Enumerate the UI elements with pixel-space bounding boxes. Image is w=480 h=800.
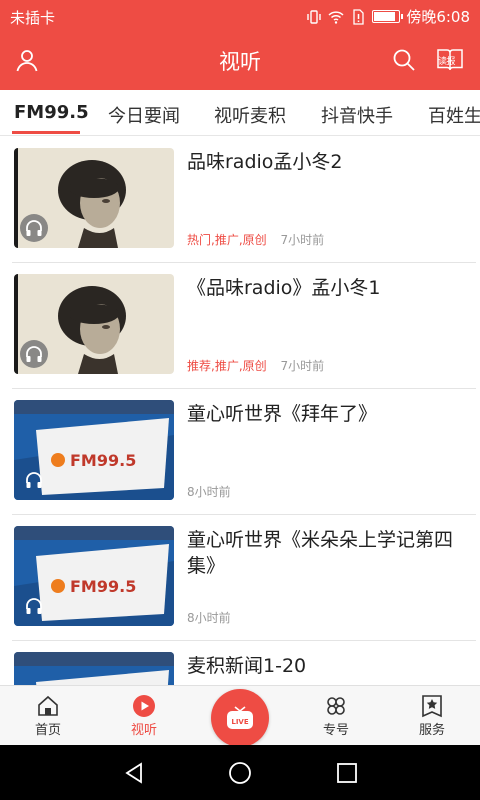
play-circle-icon bbox=[133, 695, 155, 717]
tab-maiji[interactable]: 视听麦积 bbox=[214, 102, 286, 128]
system-nav-bar bbox=[0, 745, 480, 800]
item-time: 8小时前 bbox=[187, 611, 231, 625]
headphones-badge bbox=[20, 214, 48, 242]
item-time: 8小时前 bbox=[187, 485, 231, 499]
active-tab-indicator bbox=[12, 131, 80, 134]
reading-button[interactable]: 读报 bbox=[435, 45, 465, 75]
item-title: 童心听世界《米朵朵上学记第四集》 bbox=[187, 529, 454, 577]
item-tags: 热门,推广,原创 bbox=[187, 233, 267, 247]
item-thumbnail: FM99.5 bbox=[14, 400, 174, 500]
status-bar: 未插卡 傍晚6:08 bbox=[0, 0, 480, 32]
status-icons: 傍晚6:08 bbox=[306, 6, 470, 27]
tab-douyin[interactable]: 抖音快手 bbox=[321, 102, 393, 128]
item-meta: 8小时前 bbox=[187, 609, 231, 626]
search-button[interactable] bbox=[389, 45, 419, 75]
item-thumbnail bbox=[14, 274, 174, 374]
item-thumbnail bbox=[14, 652, 174, 685]
nav-zhuanhao[interactable]: 专号 bbox=[301, 694, 371, 738]
item-tags: 推荐,推广,原创 bbox=[187, 359, 267, 373]
item-title: 童心听世界《拜年了》 bbox=[187, 403, 378, 425]
reading-label: 读报 bbox=[438, 57, 456, 67]
item-title: 《品味radio》孟小冬1 bbox=[187, 277, 381, 299]
item-time: 7小时前 bbox=[280, 233, 325, 247]
star-bookmark-icon bbox=[422, 695, 442, 718]
bottom-nav: 首页 视听 LIVE 专号 服务 bbox=[0, 685, 480, 747]
list-item[interactable]: FM99.5 童心听世界《米朵朵上学记第四集》 8小时前 bbox=[12, 515, 476, 641]
nav-shiting[interactable]: 视听 bbox=[109, 694, 179, 738]
headphones-icon bbox=[26, 220, 42, 236]
home-circle-icon[interactable] bbox=[228, 761, 252, 785]
nav-home[interactable]: 首页 bbox=[13, 694, 83, 738]
item-meta: 8小时前 bbox=[187, 483, 231, 500]
back-icon[interactable] bbox=[122, 761, 146, 785]
list-item[interactable]: 麦积新闻1-20 bbox=[12, 641, 476, 685]
item-meta: 热门,推广,原创 7小时前 bbox=[187, 231, 324, 248]
item-title: 品味radio孟小冬2 bbox=[187, 151, 343, 173]
tab-baixing[interactable]: 百姓生 bbox=[428, 102, 480, 128]
live-tv-icon: LIVE bbox=[227, 706, 253, 729]
headphones-icon bbox=[26, 598, 42, 614]
thumb-sign-text: FM99.5 bbox=[70, 451, 136, 470]
recents-icon[interactable] bbox=[335, 761, 359, 785]
headphones-badge bbox=[20, 466, 48, 494]
nav-fuwu[interactable]: 服务 bbox=[397, 694, 467, 738]
app-bar: 视听 读报 bbox=[0, 32, 480, 90]
clover-icon bbox=[327, 697, 345, 715]
item-thumbnail: FM99.5 bbox=[14, 526, 174, 626]
battery-icon bbox=[372, 10, 404, 23]
audio-list: 品味radio孟小冬2 热门,推广,原创 7小时前 《品味radio》孟小冬1 … bbox=[0, 137, 480, 685]
nav-zhuanhao-label: 专号 bbox=[322, 723, 349, 738]
headphones-badge bbox=[20, 592, 48, 620]
item-meta: 推荐,推广,原创 7小时前 bbox=[187, 357, 324, 374]
sim-alert-icon bbox=[353, 8, 364, 25]
list-item[interactable]: FM99.5 童心听世界《拜年了》 8小时前 bbox=[12, 389, 476, 515]
tab-today-news[interactable]: 今日要闻 bbox=[108, 102, 180, 128]
tab-fm995[interactable]: FM99.5 bbox=[14, 102, 89, 123]
live-label: LIVE bbox=[231, 718, 248, 726]
nav-home-label: 首页 bbox=[34, 723, 61, 738]
headphones-icon bbox=[26, 472, 42, 488]
list-item[interactable]: 《品味radio》孟小冬1 推荐,推广,原创 7小时前 bbox=[12, 263, 476, 389]
list-item[interactable]: 品味radio孟小冬2 热门,推广,原创 7小时前 bbox=[12, 137, 476, 263]
nav-shiting-label: 视听 bbox=[130, 723, 157, 738]
nav-fuwu-label: 服务 bbox=[418, 723, 445, 738]
thumb-sign-text: FM99.5 bbox=[70, 577, 136, 596]
item-time: 7小时前 bbox=[280, 359, 325, 373]
status-time: 傍晚6:08 bbox=[406, 8, 470, 26]
search-icon bbox=[393, 49, 415, 71]
vibrate-icon bbox=[307, 9, 322, 24]
headphones-badge bbox=[20, 340, 48, 368]
category-tabs: FM99.5 今日要闻 视听麦积 抖音快手 百姓生 bbox=[0, 90, 480, 136]
item-thumbnail bbox=[14, 148, 174, 248]
wifi-icon bbox=[328, 10, 344, 24]
headphones-icon bbox=[26, 346, 42, 362]
carrier-label: 未插卡 bbox=[10, 9, 56, 27]
home-icon bbox=[38, 695, 58, 716]
live-button[interactable]: LIVE bbox=[211, 689, 269, 747]
item-title: 麦积新闻1-20 bbox=[187, 655, 307, 677]
